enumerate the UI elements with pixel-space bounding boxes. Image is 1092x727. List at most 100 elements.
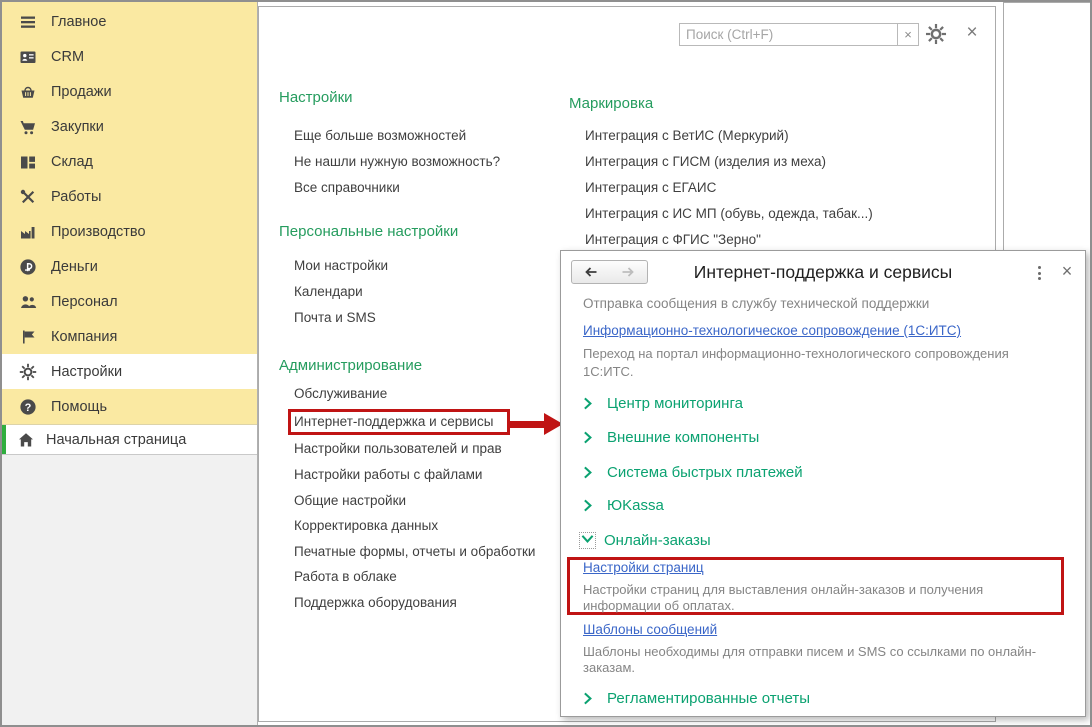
sidebar-item-warehouse[interactable]: Склад xyxy=(2,144,257,179)
help-question-icon xyxy=(19,398,37,416)
sidebar-item-label: Помощь xyxy=(51,398,108,415)
sidebar-item-label: Главное xyxy=(51,13,107,30)
link-mail-sms[interactable]: Почта и SMS xyxy=(294,310,376,325)
chevron-right-icon xyxy=(583,499,596,512)
search-area: × xyxy=(679,23,919,46)
link-my-settings[interactable]: Мои настройки xyxy=(294,258,388,273)
background-window-left-border xyxy=(1003,2,1004,250)
sidebar-item-settings[interactable]: Настройки xyxy=(2,354,257,389)
sidebar-item-label: Продажи xyxy=(51,83,112,100)
annotation-arrow-shaft xyxy=(510,421,544,428)
production-factory-icon xyxy=(19,223,37,241)
message-templates-link[interactable]: Шаблоны сообщений xyxy=(583,622,717,637)
section-online-orders[interactable]: Онлайн-заказы xyxy=(579,532,711,549)
link-egais-integration[interactable]: Интеграция с ЕГАИС xyxy=(585,180,716,195)
link-file-settings[interactable]: Настройки работы с файлами xyxy=(294,467,482,482)
sidebar-item-label: Работы xyxy=(51,188,102,205)
gear-icon xyxy=(925,23,947,45)
search-clear-button[interactable]: × xyxy=(898,23,919,46)
link-data-correction[interactable]: Корректировка данных xyxy=(294,518,438,533)
more-menu-button[interactable] xyxy=(1031,264,1047,282)
sidebar-item-production[interactable]: Производство xyxy=(2,214,257,249)
menu-icon xyxy=(19,13,37,31)
link-gism-integration[interactable]: Интеграция с ГИСМ (изделия из меха) xyxy=(585,154,826,169)
link-all-catalogs[interactable]: Все справочники xyxy=(294,180,400,195)
link-more-features[interactable]: Еще больше возможностей xyxy=(294,128,466,143)
home-page-accent-bar xyxy=(2,425,6,454)
sidebar-item-home-page[interactable]: Начальная страница xyxy=(2,424,257,455)
sidebar-item-company[interactable]: Компания xyxy=(2,319,257,354)
link-general-settings[interactable]: Общие настройки xyxy=(294,493,406,508)
money-ruble-icon xyxy=(19,258,37,276)
dialog-title: Интернет-поддержка и сервисы xyxy=(693,262,953,282)
dialog-close-button[interactable]: × xyxy=(1056,259,1078,283)
link-vetis-integration[interactable]: Интеграция с ВетИС (Меркурий) xyxy=(585,128,789,143)
its-link[interactable]: Информационно-технологическое сопровожде… xyxy=(583,323,961,338)
its-description: Переход на портал информационно-технолог… xyxy=(583,346,1009,379)
works-tools-icon xyxy=(19,188,37,206)
sidebar-item-works[interactable]: Работы xyxy=(2,179,257,214)
sidebar-item-crm[interactable]: CRM xyxy=(2,39,257,74)
internet-support-dialog: Интернет-поддержка и сервисы × Отправка … xyxy=(560,250,1086,717)
link-calendars[interactable]: Календари xyxy=(294,284,363,299)
link-users-rights-settings[interactable]: Настройки пользователей и прав xyxy=(294,441,502,456)
link-cloud-work[interactable]: Работа в облаке xyxy=(294,569,397,584)
sidebar-item-staff[interactable]: Персонал xyxy=(2,284,257,319)
chevron-right-icon xyxy=(583,431,596,444)
annotation-highlight-box xyxy=(288,409,510,435)
section-header-personal-settings: Персональные настройки xyxy=(279,223,459,240)
home-page-label: Начальная страница xyxy=(46,431,187,448)
chevron-right-icon xyxy=(583,692,596,705)
home-icon xyxy=(17,431,35,449)
sidebar-item-purchases[interactable]: Закупки xyxy=(2,109,257,144)
support-message-text: Отправка сообщения в службу технической … xyxy=(583,296,930,311)
sidebar-item-label: Закупки xyxy=(51,118,104,135)
sidebar-menu: Главное CRM Продажи Закупки Склад Работы… xyxy=(2,2,257,424)
chevron-down-icon xyxy=(581,534,594,547)
link-equipment-support[interactable]: Поддержка оборудования xyxy=(294,595,457,610)
chevron-right-icon xyxy=(583,466,596,479)
section-yookassa[interactable]: ЮKassa xyxy=(583,497,664,514)
link-print-forms-reports[interactable]: Печатные формы, отчеты и обработки xyxy=(294,544,535,559)
message-templates-description: Шаблоны необходимы для отправки писем и … xyxy=(583,644,1037,675)
panel-close-button[interactable]: × xyxy=(960,20,984,46)
sidebar-item-label: CRM xyxy=(51,48,85,65)
sidebar-item-help[interactable]: Помощь xyxy=(2,389,257,424)
staff-people-icon xyxy=(19,293,37,311)
page-settings-description: Настройки страниц для выставления онлайн… xyxy=(583,582,984,613)
warehouse-icon xyxy=(19,153,37,171)
sidebar-item-label: Настройки xyxy=(51,363,123,380)
section-monitoring-center[interactable]: Центр мониторинга xyxy=(583,395,743,412)
sidebar-item-sales[interactable]: Продажи xyxy=(2,74,257,109)
panel-settings-gear-button[interactable] xyxy=(923,21,949,47)
link-maintenance[interactable]: Обслуживание xyxy=(294,386,387,401)
sidebar-item-money[interactable]: Деньги xyxy=(2,249,257,284)
page-settings-link[interactable]: Настройки страниц xyxy=(583,560,704,575)
section-header-administration: Администрирование xyxy=(279,357,423,374)
sidebar-item-label: Компания xyxy=(51,328,118,345)
link-ismp-integration[interactable]: Интеграция с ИС МП (обувь, одежда, табак… xyxy=(585,206,873,221)
sidebar-item-label: Склад xyxy=(51,153,93,170)
settings-gear-icon xyxy=(19,363,37,381)
link-fgis-zerno-integration[interactable]: Интеграция с ФГИС "Зерно" xyxy=(585,232,761,247)
app-window: Главное CRM Продажи Закупки Склад Работы… xyxy=(0,0,1092,727)
sidebar-item-label: Производство xyxy=(51,223,146,240)
sidebar-item-label: Персонал xyxy=(51,293,118,310)
sidebar-item-main[interactable]: Главное xyxy=(2,4,257,39)
chevron-focus-box xyxy=(579,532,596,549)
sidebar-item-label: Деньги xyxy=(51,258,98,275)
company-flag-icon xyxy=(19,328,37,346)
search-input[interactable] xyxy=(679,23,898,46)
section-fast-payments[interactable]: Система быстрых платежей xyxy=(583,464,803,481)
chevron-right-icon xyxy=(583,397,596,410)
crm-icon xyxy=(19,48,37,66)
section-header-marking: Маркировка xyxy=(569,95,654,112)
background-window-top-border xyxy=(1003,2,1090,3)
purchases-cart-icon xyxy=(19,118,37,136)
sidebar: Главное CRM Продажи Закупки Склад Работы… xyxy=(2,2,258,725)
link-missing-feature[interactable]: Не нашли нужную возможность? xyxy=(294,154,500,169)
section-header-settings: Настройки xyxy=(279,89,353,106)
section-external-components[interactable]: Внешние компоненты xyxy=(583,429,759,446)
section-regulated-reports[interactable]: Регламентированные отчеты xyxy=(583,690,810,707)
sales-basket-icon xyxy=(19,83,37,101)
